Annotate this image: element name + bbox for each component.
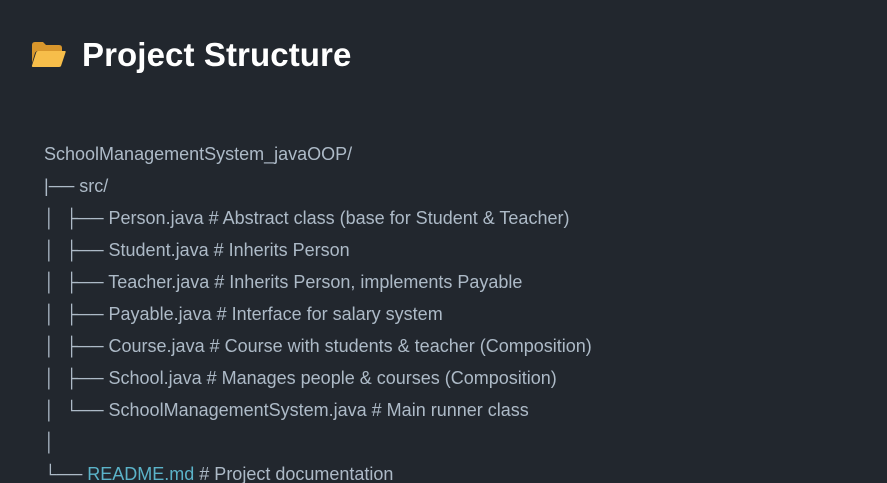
tree-comment: # Interface for salary system bbox=[211, 304, 443, 324]
tree-prefix: │ ├── bbox=[44, 304, 109, 324]
tree-comment: # Main runner class bbox=[366, 400, 529, 420]
tree-comment: # Abstract class (base for Student & Tea… bbox=[203, 208, 570, 228]
tree-line-root: SchoolManagementSystem_javaOOP/ bbox=[24, 106, 864, 164]
tree-prefix: │ bbox=[44, 432, 56, 452]
tree-comment: # Inherits Person bbox=[208, 240, 350, 260]
tree-line-readme: └── README.md # Project documentation bbox=[24, 426, 864, 483]
tree-prefix: │ ├── bbox=[44, 272, 109, 292]
tree-prefix: |── bbox=[44, 176, 80, 196]
tree-prefix: └── bbox=[44, 464, 88, 483]
tree-comment: # Project documentation bbox=[194, 464, 394, 483]
page-heading: Project Structure bbox=[30, 30, 351, 78]
tree-comment: # Inherits Person, implements Payable bbox=[209, 272, 523, 292]
open-folder-icon bbox=[30, 39, 66, 69]
tree-prefix: │ ├── bbox=[44, 368, 109, 388]
tree-comment: # Manages people & courses (Composition) bbox=[201, 368, 557, 388]
file-name: Payable.java bbox=[108, 304, 212, 324]
file-name: Person.java bbox=[108, 208, 204, 228]
tree-line-person: │ ├── Person.java # Abstract class (base… bbox=[24, 170, 864, 228]
tree-prefix: │ ├── bbox=[44, 336, 109, 356]
tree-prefix: │ └── bbox=[44, 400, 109, 420]
file-name: Student.java bbox=[108, 240, 209, 260]
tree-prefix: │ ├── bbox=[44, 240, 109, 260]
folder-name: src/ bbox=[79, 176, 109, 196]
tree-comment: # Course with students & teacher (Compos… bbox=[204, 336, 592, 356]
folder-name: SchoolManagementSystem_javaOOP/ bbox=[44, 144, 353, 164]
project-tree: SchoolManagementSystem_javaOOP/ |── src/… bbox=[24, 106, 864, 483]
readme-link[interactable]: README.md bbox=[87, 464, 194, 483]
tree-prefix: │ ├── bbox=[44, 208, 109, 228]
page-title: Project Structure bbox=[82, 35, 352, 73]
file-name: Course.java bbox=[108, 336, 205, 356]
file-name: SchoolManagementSystem.java bbox=[108, 400, 367, 420]
file-name: Teacher.java bbox=[108, 272, 210, 292]
file-name: School.java bbox=[108, 368, 202, 388]
